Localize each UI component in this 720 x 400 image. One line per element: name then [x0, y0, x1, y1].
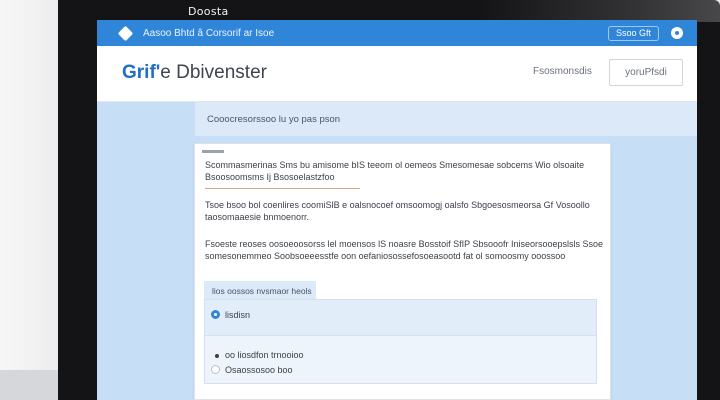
- account-dot: [675, 31, 679, 35]
- diamond-logo-icon[interactable]: [117, 25, 134, 41]
- brand-logo[interactable]: Grif'e Dbivenster: [122, 62, 267, 84]
- radio-selected-icon[interactable]: [211, 310, 220, 319]
- account-circle-icon[interactable]: [671, 27, 683, 39]
- link-underline: [205, 188, 360, 189]
- top-bar: Aasoo Bhtd â Corsorif ar Isoe Ssoo Gft: [97, 20, 697, 46]
- option-2-label[interactable]: oo liosdfon trnooioo: [225, 350, 304, 360]
- sub-header-title: Cooocresorssoo lu yo pas pson: [207, 114, 341, 125]
- bullet-icon: [215, 354, 219, 358]
- monitor-label: Doosta: [188, 5, 229, 18]
- options-tab[interactable]: lios oossos nvsmaor heols: [204, 281, 316, 299]
- sub-header: Cooocresorssoo lu yo pas pson: [195, 102, 697, 136]
- card-accent-line: [202, 150, 224, 153]
- radio-unselected-icon[interactable]: [211, 365, 220, 374]
- top-bar-title: Aasoo Bhtd â Corsorif ar Isoe: [143, 27, 275, 39]
- option-1-label: lisdisn: [225, 310, 251, 320]
- paragraph-3: Fsoeste reoses oosoeoosorss lel moensos …: [205, 239, 604, 261]
- brand-header: Grif'e Dbivenster Fsosmonsdis yoruPfsdi: [97, 46, 697, 102]
- paragraph-1: Scommasmerinas Sms bu amisome bIS teeom …: [205, 160, 585, 182]
- bezel-reflection: [478, 0, 720, 22]
- paragraph-2: Tsoe bsoo bol coenlires coomiSlB e oalsn…: [205, 200, 590, 222]
- option-row-1[interactable]: lisdisn: [205, 300, 596, 336]
- screen: Aasoo Bhtd â Corsorif ar Isoe Ssoo Gft G…: [97, 20, 697, 400]
- brand-logo-mark: Grif': [122, 62, 161, 83]
- options-panel: lisdisn a oo liosdfon trnooioo Osaossoso…: [204, 299, 597, 384]
- header-nav-link[interactable]: Fsosmonsdis: [533, 66, 592, 77]
- header-button[interactable]: yoruPfsdi: [609, 59, 683, 86]
- top-bar-pill-button[interactable]: Ssoo Gft: [607, 26, 659, 41]
- option-3-label: Osaossosoo boo: [225, 365, 293, 375]
- brand-logo-text: e Dbivenster: [160, 62, 267, 83]
